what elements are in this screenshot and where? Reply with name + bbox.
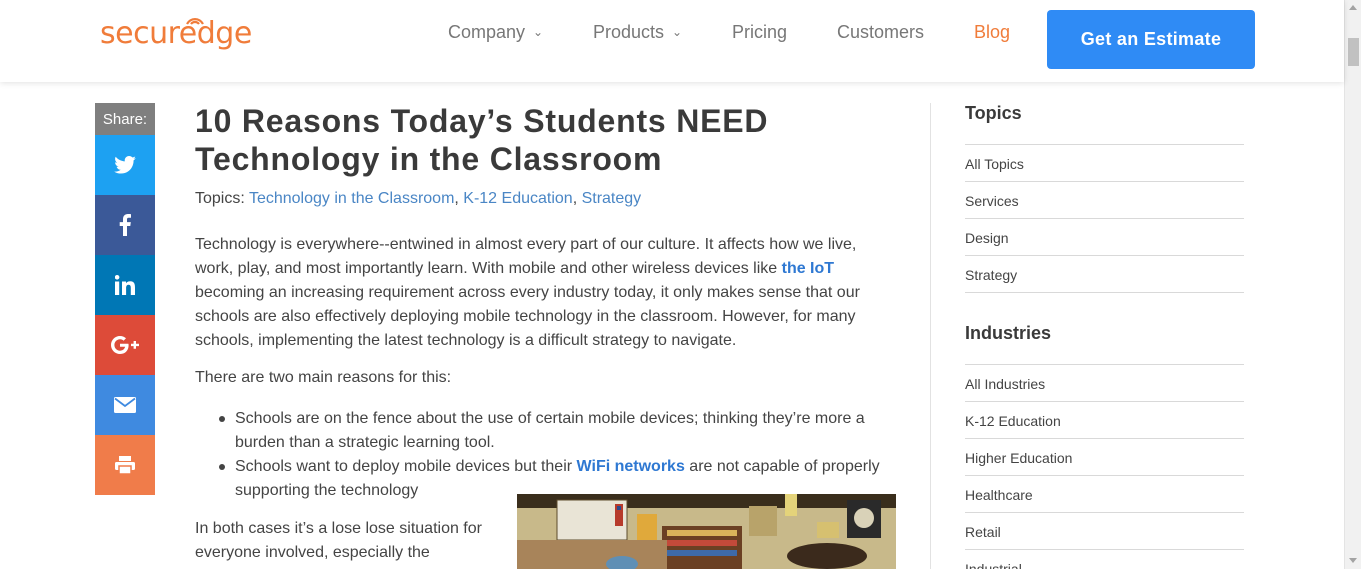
wifi-arc-icon — [186, 18, 204, 25]
share-bar: Share: — [95, 103, 155, 495]
share-facebook-button[interactable] — [95, 195, 155, 255]
twitter-icon — [114, 156, 136, 174]
wifi-networks-link[interactable]: WiFi networks — [577, 458, 685, 475]
scroll-down-arrow-icon[interactable] — [1349, 558, 1357, 563]
nav-company-label: Company — [448, 22, 526, 42]
chevron-down-icon: ⌄ — [533, 25, 544, 39]
list-item-text: Schools want to deploy mobile devices bu… — [235, 458, 577, 475]
sidebar-item-healthcare[interactable]: Healthcare — [965, 475, 1244, 512]
share-print-button[interactable] — [95, 435, 155, 495]
get-estimate-button[interactable]: Get an Estimate — [1047, 10, 1255, 69]
sidebar-item-industrial[interactable]: Industrial — [965, 549, 1244, 569]
sidebar-item-strategy[interactable]: Strategy — [965, 255, 1244, 292]
sidebar-topics-list: All Topics Services Design Strategy — [965, 144, 1244, 293]
sidebar-item-k12-education[interactable]: K-12 Education — [965, 401, 1244, 438]
article-title: 10 Reasons Today’s Students NEED Technol… — [195, 102, 895, 178]
sidebar-industries-heading: Industries — [965, 323, 1052, 343]
topics-label: Topics: — [195, 190, 245, 207]
nav-products-label: Products — [593, 22, 665, 42]
sidebar-item-services[interactable]: Services — [965, 181, 1244, 218]
sidebar-topics-heading: Topics — [965, 103, 1022, 123]
paragraph-text: becoming an increasing requirement acros… — [195, 284, 860, 349]
nav-pricing[interactable]: Pricing — [732, 22, 787, 43]
topic-link[interactable]: Strategy — [582, 190, 642, 207]
site-header: securedge Company ⌄ Products ⌄ Pricing Cus… — [0, 0, 1344, 82]
topic-link[interactable]: K-12 Education — [463, 190, 572, 207]
article-paragraph-intro: Technology is everywhere--entwined in al… — [195, 233, 895, 353]
facebook-icon — [119, 214, 131, 236]
share-linkedin-button[interactable] — [95, 255, 155, 315]
sidebar-list-end-rule — [965, 292, 1244, 293]
sidebar-item-design[interactable]: Design — [965, 218, 1244, 255]
nav-company[interactable]: Company ⌄ — [448, 22, 543, 43]
article-paragraph-conclusion: In both cases it’s a lose lose situation… — [195, 520, 482, 561]
classroom-photo — [517, 494, 896, 569]
scroll-thumb[interactable] — [1348, 38, 1359, 66]
sidebar-item-higher-education[interactable]: Higher Education — [965, 438, 1244, 475]
nav-products[interactable]: Products ⌄ — [593, 22, 682, 43]
sidebar-item-all-topics[interactable]: All Topics — [965, 144, 1244, 181]
paragraph-text: Technology is everywhere--entwined in al… — [195, 236, 857, 277]
article-paragraph-reasons: There are two main reasons for this: — [195, 369, 452, 386]
nav-blog[interactable]: Blog — [974, 22, 1010, 43]
google-plus-icon — [111, 336, 139, 354]
article-title-line-1: 10 Reasons Today’s Students NEED — [195, 103, 769, 139]
nav-customers[interactable]: Customers — [837, 22, 924, 43]
page-scrollbar[interactable] — [1344, 0, 1361, 569]
chevron-down-icon: ⌄ — [672, 25, 683, 39]
topic-link[interactable]: Technology in the Classroom — [249, 190, 454, 207]
scroll-up-arrow-icon[interactable] — [1349, 5, 1357, 10]
print-icon — [115, 456, 135, 474]
iot-link[interactable]: the IoT — [782, 260, 834, 277]
reasons-list: Schools are on the fence about the use o… — [219, 407, 895, 503]
logo-text-prefix: secur — [100, 16, 179, 51]
share-twitter-button[interactable] — [95, 135, 155, 195]
linkedin-icon — [115, 275, 135, 295]
share-google-plus-button[interactable] — [95, 315, 155, 375]
list-item: Schools are on the fence about the use o… — [219, 407, 895, 455]
sidebar-item-all-industries[interactable]: All Industries — [965, 364, 1244, 401]
sidebar-item-retail[interactable]: Retail — [965, 512, 1244, 549]
article-title-line-2: Technology in the Classroom — [195, 141, 663, 177]
email-icon — [114, 397, 136, 413]
article-topics: Topics: Technology in the Classroom, K-1… — [195, 190, 642, 207]
content-divider — [930, 103, 931, 569]
sidebar-industries-list: All Industries K-12 Education Higher Edu… — [965, 364, 1244, 569]
share-label: Share: — [95, 103, 155, 135]
share-email-button[interactable] — [95, 375, 155, 435]
logo[interactable]: securedge — [100, 16, 252, 51]
